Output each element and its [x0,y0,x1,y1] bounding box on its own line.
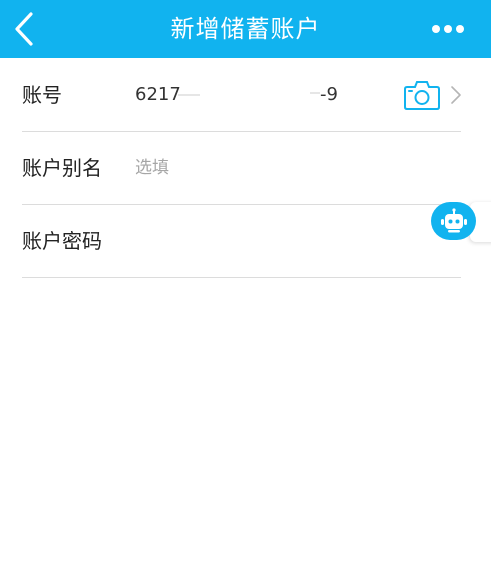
more-button[interactable] [424,14,472,44]
more-dot [456,25,464,33]
more-dots-icon [432,25,440,33]
account-alias-row: 账户别名 [22,132,461,205]
account-number-mask [310,92,320,94]
robot-icon [440,208,467,233]
account-number-suffix[interactable]: -9 [320,59,338,131]
account-password-label: 账户密码 [22,229,102,253]
account-number-mask [178,94,200,96]
header-bar: 新增储蓄账户 [0,0,491,58]
account-alias-label: 账户别名 [22,156,102,180]
page-title: 新增储蓄账户 [170,15,321,43]
account-password-row: 账户密码 [22,205,461,278]
account-number-prefix[interactable]: 6217 [135,59,181,131]
camera-scan-button[interactable] [403,79,441,111]
page: 新增储蓄账户 账号 6217 -9 账户别名 账户密码 [0,0,491,587]
account-number-row[interactable]: 账号 6217 -9 [22,59,461,132]
more-dot [444,25,452,33]
camera-icon [404,81,440,110]
chevron-right-icon[interactable] [450,85,462,105]
back-button[interactable] [6,9,42,49]
chevron-left-icon [15,12,33,46]
assistant-button[interactable] [431,202,476,240]
account-password-input[interactable] [135,226,435,256]
account-number-label: 账号 [22,83,62,107]
account-alias-input[interactable] [135,153,435,183]
